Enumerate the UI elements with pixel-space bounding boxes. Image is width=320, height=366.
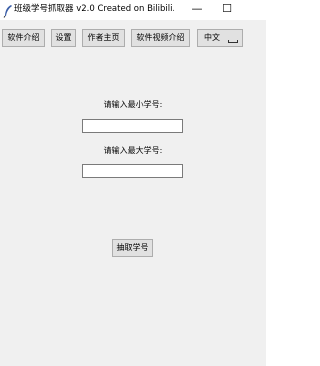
window-title: 班级学号抓取器 v2.0 Created on Bilibili...	[14, 4, 174, 14]
language-value: 中文	[204, 33, 220, 42]
settings-button[interactable]: 设置	[51, 29, 76, 47]
language-select[interactable]: 中文	[197, 29, 243, 47]
app-window: 班级学号抓取器 v2.0 Created on Bilibili... — ☐ …	[0, 0, 266, 366]
draw-id-button[interactable]: 抽取学号	[112, 239, 153, 257]
max-id-label: 请输入最大学号:	[103, 146, 163, 155]
min-id-label: 请输入最小学号:	[103, 100, 163, 109]
maximize-icon[interactable]: ☐	[212, 0, 242, 20]
software-intro-button[interactable]: 软件介绍	[2, 29, 45, 47]
title-bar[interactable]: 班级学号抓取器 v2.0 Created on Bilibili... — ☐	[0, 0, 266, 20]
author-home-button[interactable]: 作者主页	[82, 29, 125, 47]
min-id-input[interactable]	[82, 119, 183, 133]
dropdown-indicator-icon	[228, 40, 238, 43]
max-id-input[interactable]	[82, 164, 183, 178]
close-icon[interactable]	[242, 0, 266, 20]
feather-icon	[2, 3, 14, 18]
minimize-icon[interactable]: —	[182, 0, 212, 20]
video-intro-button[interactable]: 软件视频介绍	[131, 29, 190, 47]
